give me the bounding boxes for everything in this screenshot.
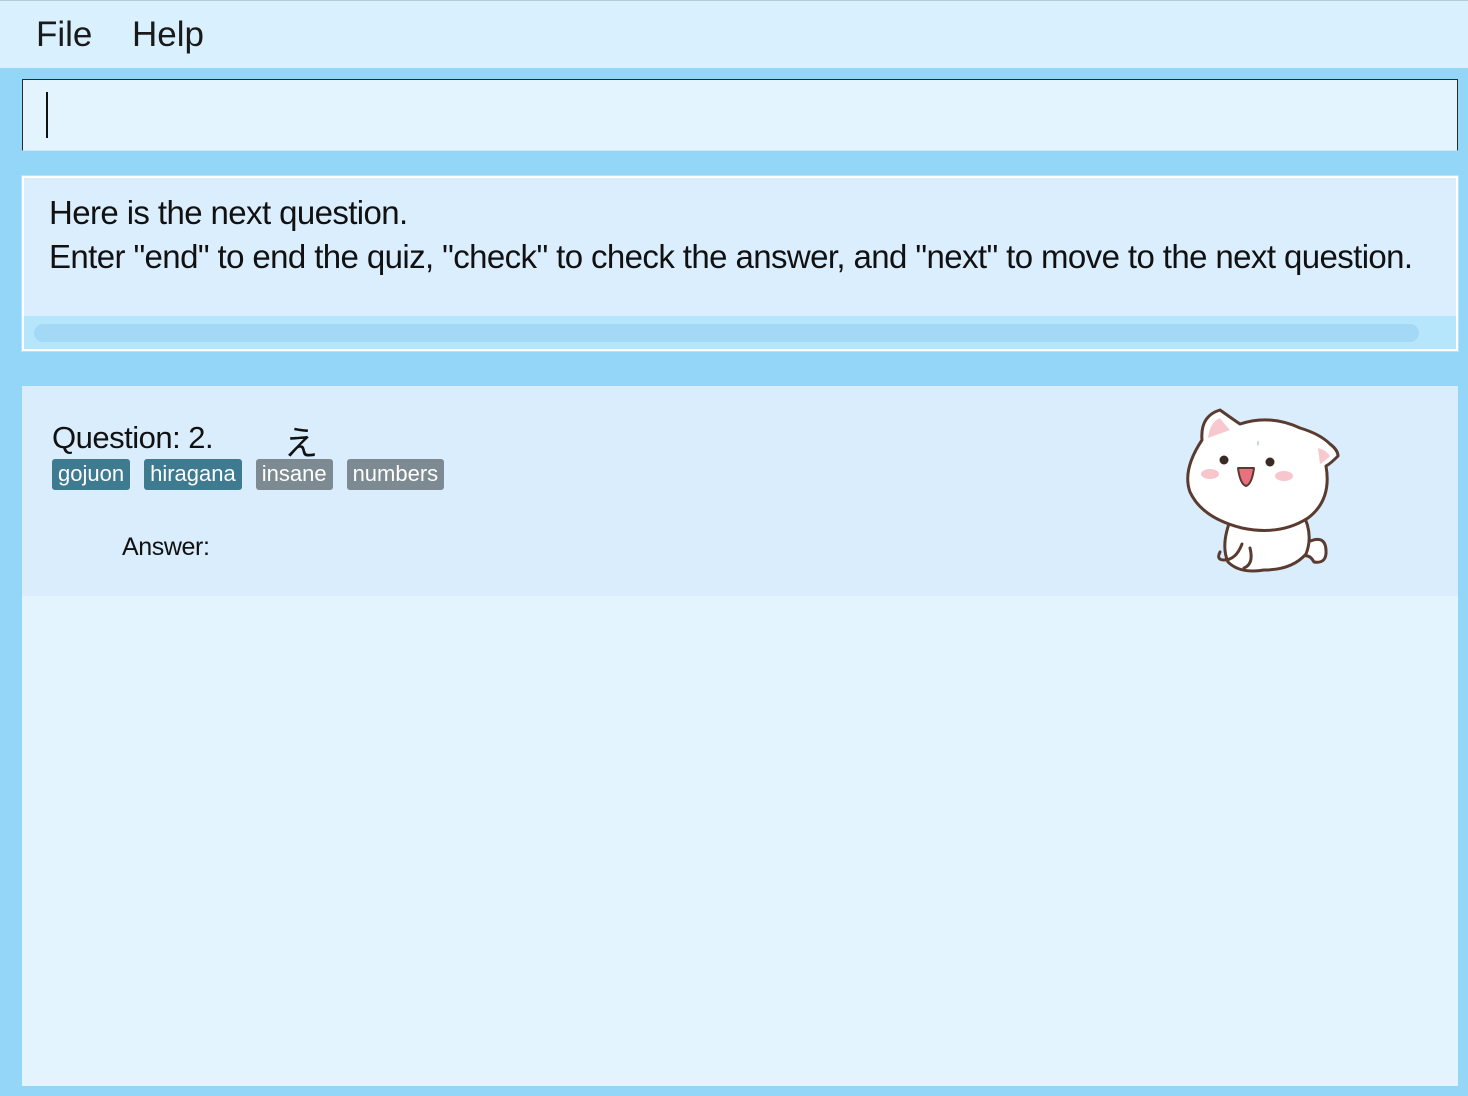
tag-insane: insane [255, 459, 333, 490]
scrollbar-thumb[interactable] [34, 324, 1419, 342]
menu-bar: File Help [0, 0, 1468, 68]
command-pane [2, 69, 1467, 162]
tag-hiragana: hiragana [144, 459, 242, 490]
menu-file[interactable]: File [36, 15, 92, 55]
tag-list: gojuon hiragana insane numbers [52, 459, 445, 490]
result-display: Here is the next question. Enter "end" t… [21, 175, 1459, 352]
cat-mascot-icon [1186, 408, 1340, 573]
answer-label: Answer: [122, 533, 210, 561]
result-line-2: Enter "end" to end the quiz, "check" to … [49, 238, 1413, 275]
horizontal-scrollbar[interactable] [24, 316, 1456, 349]
main-pane: Question: 2. え gojuon hiragana insane nu… [2, 366, 1467, 1096]
question-text: え [284, 425, 318, 463]
tag-numbers: numbers [346, 459, 445, 490]
question-number: Question: 2. [52, 420, 214, 455]
menu-help[interactable]: Help [132, 15, 204, 55]
question-list: Question: 2. え gojuon hiragana insane nu… [22, 386, 1458, 1086]
result-pane: Here is the next question. Enter "end" t… [2, 166, 1467, 361]
question-card[interactable]: Question: 2. え gojuon hiragana insane nu… [22, 386, 1458, 596]
text-caret [46, 92, 48, 138]
command-input[interactable] [22, 79, 1458, 151]
tag-gojuon: gojuon [52, 459, 131, 490]
result-line-1: Here is the next question. [49, 194, 408, 231]
